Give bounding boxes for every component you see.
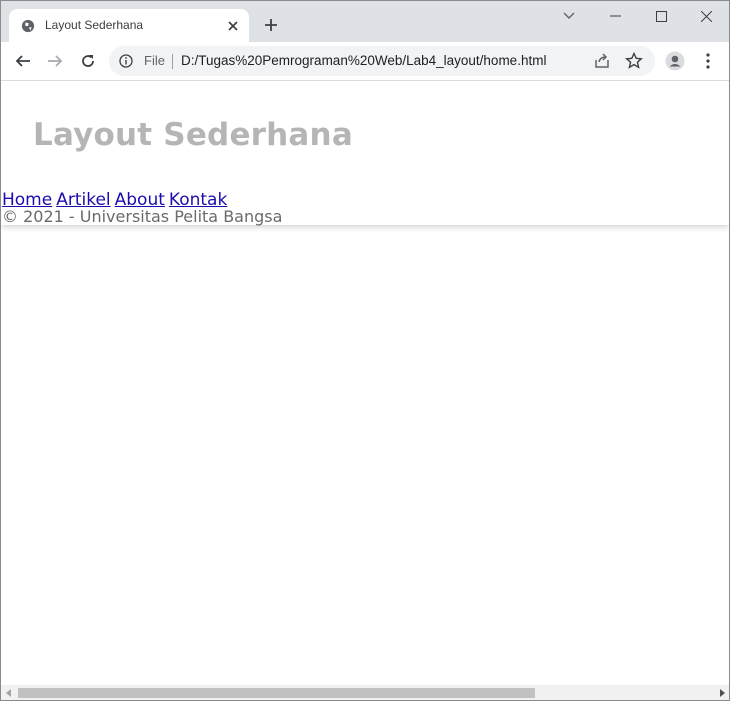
tab-title: Layout Sederhana	[45, 18, 144, 32]
page-container: Layout Sederhana Home Artikel About Kontak …	[1, 81, 729, 226]
address-divider	[172, 54, 173, 69]
close-tab-icon[interactable]	[225, 18, 241, 34]
bookmark-star-icon[interactable]	[625, 52, 643, 70]
tab-search-chevron-icon[interactable]	[546, 1, 592, 31]
minimize-icon[interactable]	[592, 1, 638, 31]
browser-toolbar: File D:/Tugas%20Pemrograman%20Web/Lab4_l…	[1, 42, 729, 81]
scroll-left-arrow-icon[interactable]	[1, 685, 16, 700]
url-text[interactable]: D:/Tugas%20Pemrograman%20Web/Lab4_layout…	[181, 53, 546, 68]
info-icon[interactable]	[119, 54, 133, 68]
share-icon[interactable]	[593, 52, 611, 70]
scrollbar-thumb[interactable]	[18, 688, 535, 698]
forward-arrow-icon[interactable]	[41, 47, 69, 75]
scheme-label: File	[144, 53, 165, 68]
new-tab-icon[interactable]	[259, 13, 283, 37]
globe-icon	[21, 19, 35, 33]
footer-text: © 2021 - Universitas Pelita Bangsa	[2, 207, 283, 226]
scroll-right-arrow-icon[interactable]	[714, 685, 729, 700]
profile-avatar-icon[interactable]	[661, 47, 689, 75]
close-window-icon[interactable]	[683, 1, 729, 31]
browser-window: Layout Sederhana File D:/Tugas%20Pemrogr…	[0, 0, 730, 701]
page-viewport: Layout Sederhana Home Artikel About Kontak …	[1, 81, 729, 685]
tab-strip: Layout Sederhana	[1, 1, 729, 42]
browser-tab[interactable]: Layout Sederhana	[9, 9, 249, 42]
maximize-icon[interactable]	[638, 1, 684, 31]
page-title: Layout Sederhana	[33, 117, 353, 153]
menu-kebab-icon[interactable]	[694, 47, 722, 75]
reload-icon[interactable]	[74, 47, 102, 75]
back-arrow-icon[interactable]	[9, 47, 37, 75]
address-bar[interactable]: File D:/Tugas%20Pemrograman%20Web/Lab4_l…	[109, 46, 655, 76]
horizontal-scrollbar[interactable]	[1, 685, 729, 700]
